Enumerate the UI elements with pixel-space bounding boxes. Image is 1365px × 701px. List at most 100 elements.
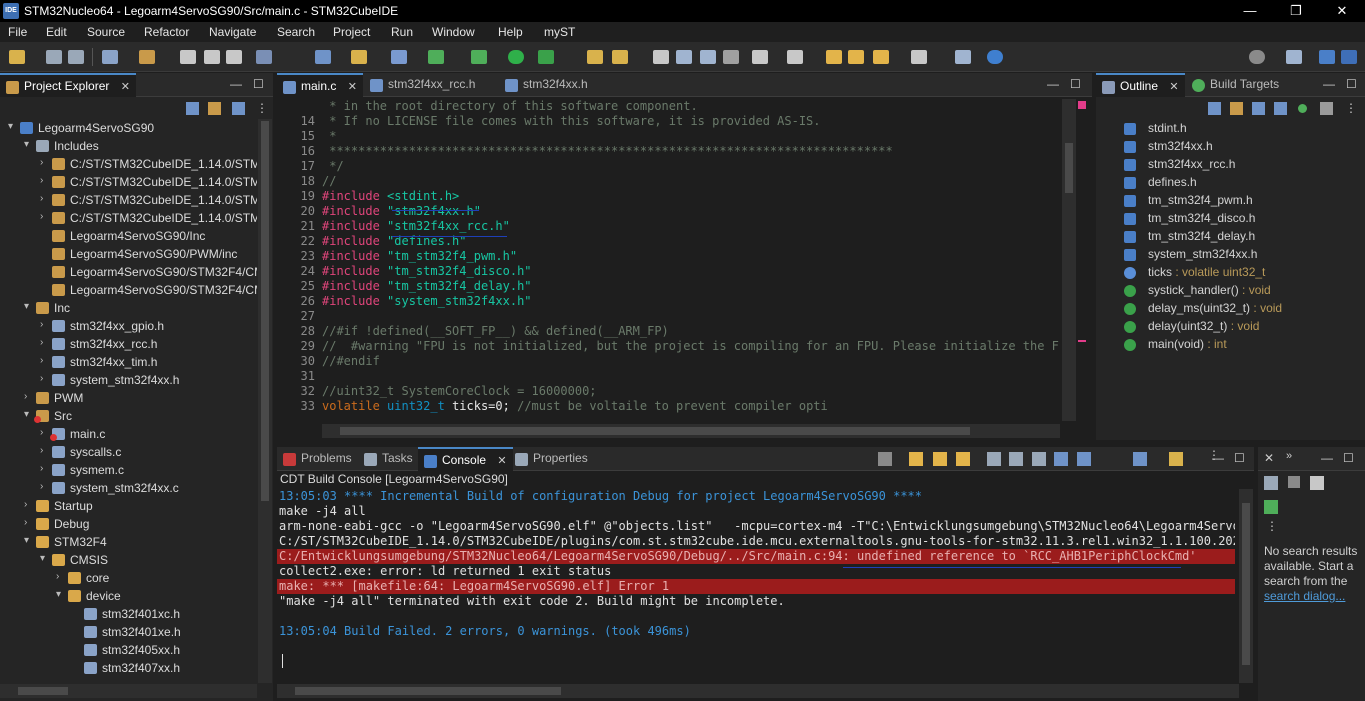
maximize-icon[interactable]: ☐ xyxy=(253,77,264,91)
tree-item[interactable]: › PWM xyxy=(0,389,257,407)
minimize-icon[interactable]: — xyxy=(1323,77,1335,91)
maximize-icon[interactable]: ☐ xyxy=(1070,77,1081,91)
code-line[interactable]: 26 #include "system_stm32f4xx.h" xyxy=(277,294,1060,309)
save-all-icon[interactable] xyxy=(68,50,84,64)
clear-console-icon[interactable] xyxy=(987,452,1001,466)
undo-icon[interactable] xyxy=(204,50,220,64)
chevron-right-icon[interactable]: › xyxy=(56,571,59,582)
pin-console-icon[interactable] xyxy=(1054,452,1068,466)
tree-item[interactable]: › C:/ST/STM32CubeIDE_1.14.0/STM32 xyxy=(0,155,257,173)
tree-item[interactable]: stm32f401xe.h xyxy=(0,623,257,641)
outline-item[interactable]: delay_ms(uint32_t) : void xyxy=(1096,299,1282,317)
code-line[interactable]: * in the root directory of this software… xyxy=(277,99,1060,114)
sort-icon[interactable] xyxy=(1230,102,1243,115)
maximize-icon[interactable]: ☐ xyxy=(1346,77,1357,91)
tree-item[interactable]: stm32f405xx.h xyxy=(0,641,257,659)
editor-horizontal-scrollbar[interactable] xyxy=(322,424,1060,438)
outline-item[interactable]: delay(uint32_t) : void xyxy=(1096,317,1259,335)
outline-item[interactable]: defines.h xyxy=(1096,173,1197,191)
search-tab-icon[interactable]: ✕ xyxy=(1264,451,1274,465)
maximize-icon[interactable]: ☐ xyxy=(1343,451,1354,465)
outline-item[interactable]: tm_stm32f4_delay.h xyxy=(1096,227,1255,245)
code-line[interactable]: 31 xyxy=(277,369,1060,384)
chevron-right-icon[interactable]: › xyxy=(40,337,43,348)
outline-item[interactable]: main(void) : int xyxy=(1096,335,1227,353)
code-line[interactable]: 14 * If no LICENSE file comes with this … xyxy=(277,114,1060,129)
pin-icon[interactable] xyxy=(1264,500,1278,514)
outline-item[interactable]: stdint.h xyxy=(1096,119,1187,137)
redo-icon[interactable] xyxy=(226,50,242,64)
code-line[interactable]: 25 #include "tm_stm32f4_delay.h" xyxy=(277,279,1060,294)
outline-item[interactable]: ticks : volatile uint32_t xyxy=(1096,263,1265,281)
collapse-all-icon[interactable] xyxy=(1208,102,1221,115)
tab-project-explorer[interactable]: Project Explorer ✕ xyxy=(0,73,136,97)
open-console-icon[interactable] xyxy=(1133,452,1147,466)
new-console-icon[interactable] xyxy=(1169,452,1183,466)
chevron-right-icon[interactable]: › xyxy=(40,355,43,366)
tree-item[interactable]: › syscalls.c xyxy=(0,443,257,461)
view-menu-icon[interactable]: ⋮ xyxy=(1345,101,1357,115)
chevron-right-icon[interactable]: › xyxy=(40,463,43,474)
tree-item[interactable]: Legoarm4ServoSG90/Inc xyxy=(0,227,257,245)
code-line[interactable]: 16 *************************************… xyxy=(277,144,1060,159)
pen-icon[interactable] xyxy=(612,50,628,64)
tab-stm32f4xx-h[interactable]: stm32f4xx.h xyxy=(499,73,594,97)
word-wrap-icon[interactable] xyxy=(956,452,970,466)
chevron-right-icon[interactable]: › xyxy=(40,427,43,438)
chevron-right-icon[interactable]: › xyxy=(40,373,43,384)
code-line[interactable]: 20 #include "stm32f4xx.h" xyxy=(277,204,1060,219)
chevron-right-icon[interactable]: › xyxy=(40,193,43,204)
annotation-icon[interactable] xyxy=(752,50,768,64)
code-line[interactable]: 30 //#endif xyxy=(277,354,1060,369)
minimize-icon[interactable]: — xyxy=(230,77,242,91)
tree-item[interactable]: ▾ Legoarm4ServoSG90 xyxy=(0,119,257,137)
chevron-down-icon[interactable]: ▾ xyxy=(24,301,29,312)
chevron-down-icon[interactable]: ▾ xyxy=(24,535,29,546)
settings-icon[interactable] xyxy=(102,50,118,64)
info-icon[interactable] xyxy=(987,50,1003,64)
hide-static-icon[interactable] xyxy=(1274,102,1287,115)
save-icon[interactable] xyxy=(46,50,62,64)
chevron-right-icon[interactable]: › xyxy=(24,517,27,528)
close-icon[interactable]: ✕ xyxy=(497,455,506,467)
nav-back-icon[interactable] xyxy=(873,50,889,64)
chevron-down-icon[interactable]: ▾ xyxy=(8,121,13,132)
code-line[interactable]: 32 //uint32_t SystemCoreClock = 16000000; xyxy=(277,384,1060,399)
display-console-icon[interactable] xyxy=(1077,452,1091,466)
explorer-vertical-scrollbar[interactable] xyxy=(258,119,272,683)
minimize-icon[interactable]: — xyxy=(1047,77,1059,91)
menu-help[interactable]: Help xyxy=(498,25,523,39)
tree-item[interactable]: › Debug xyxy=(0,515,257,533)
menu-search[interactable]: Search xyxy=(277,25,315,39)
refresh-icon[interactable] xyxy=(428,50,444,64)
code-line[interactable]: 19 #include <stdint.h> xyxy=(277,189,1060,204)
tree-item[interactable]: ▾ STM32F4 xyxy=(0,533,257,551)
link-icon[interactable] xyxy=(1320,102,1333,115)
menu-myst[interactable]: myST xyxy=(544,25,575,39)
link-editor-icon[interactable] xyxy=(208,102,221,115)
tab-tasks[interactable]: Tasks xyxy=(358,447,419,471)
code-line[interactable]: 29 // #warning "FPU is not initialized, b… xyxy=(277,339,1060,354)
code-line[interactable]: 18 // xyxy=(277,174,1060,189)
tree-item[interactable]: › Startup xyxy=(0,497,257,515)
scroll-up-icon[interactable] xyxy=(933,452,947,466)
external-tools-icon[interactable] xyxy=(538,50,554,64)
new-icon[interactable] xyxy=(9,50,25,64)
maximize-icon[interactable]: ☐ xyxy=(1234,451,1245,465)
menu-edit[interactable]: Edit xyxy=(46,25,67,39)
chevron-down-icon[interactable]: ▾ xyxy=(56,589,61,600)
build-icon[interactable] xyxy=(139,50,155,64)
menu-file[interactable]: File xyxy=(8,25,27,39)
tree-item[interactable]: › sysmem.c xyxy=(0,461,257,479)
menu-source[interactable]: Source xyxy=(87,25,125,39)
tree-item[interactable]: Legoarm4ServoSG90/STM32F4/CM xyxy=(0,263,257,281)
chevron-right-icon[interactable]: › xyxy=(40,445,43,456)
tab-build-targets[interactable]: Build Targets xyxy=(1186,73,1285,97)
console-output[interactable]: 13:05:03 **** Incremental Build of confi… xyxy=(277,489,1237,679)
menu-refactor[interactable]: Refactor xyxy=(144,25,189,39)
console-vertical-scrollbar[interactable] xyxy=(1239,489,1253,683)
tree-item[interactable]: › main.c xyxy=(0,425,257,443)
view-menu-icon[interactable]: ⋮ xyxy=(1266,519,1278,533)
cut-icon[interactable] xyxy=(180,50,196,64)
new-class-icon[interactable] xyxy=(391,50,407,64)
